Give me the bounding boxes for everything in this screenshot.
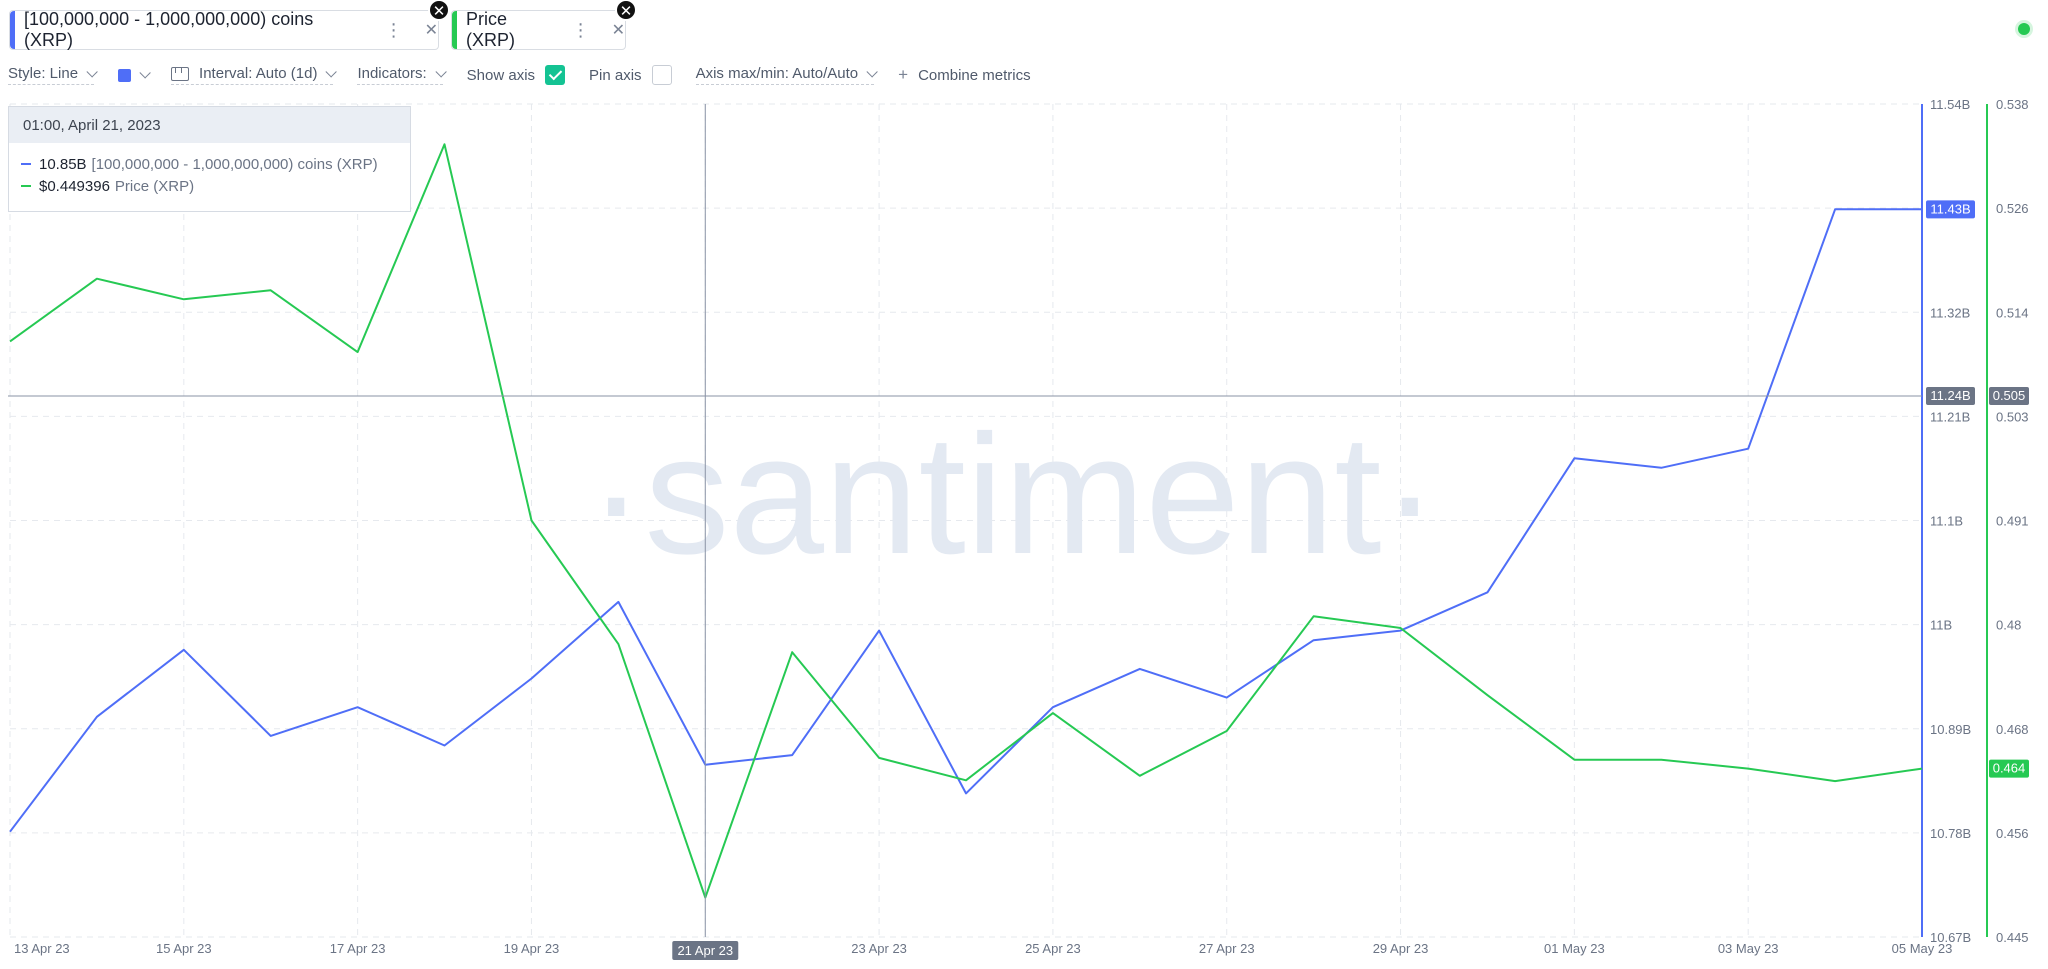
x-tick-label: 27 Apr 23: [1199, 941, 1255, 956]
tooltip-row-price: $0.449396 Price (XRP): [9, 175, 410, 197]
x-tick-label: 25 Apr 23: [1025, 941, 1081, 956]
y-tick-label-supply: 11.32B: [1930, 305, 1970, 320]
y-tick-label-price: 0.538: [1996, 97, 2029, 112]
watermark-text: ·santiment·: [588, 400, 1438, 590]
y-tick-label-price: 0.48: [1996, 618, 2021, 633]
crosshair-y-label-supply: 11.24B: [1930, 388, 1970, 403]
y-tick-label-price: 0.526: [1996, 201, 2029, 216]
y-tick-label-price: 0.445: [1996, 930, 2029, 945]
y-tick-label-supply: 11.1B: [1930, 514, 1963, 529]
y-tick-label-price: 0.456: [1996, 826, 2029, 841]
y-tick-label-price: 0.468: [1996, 722, 2029, 737]
x-tick-label: 15 Apr 23: [156, 941, 212, 956]
tooltip-row-supply: 10.85B [100,000,000 - 1,000,000,000) coi…: [9, 153, 410, 175]
x-tick-label: 01 May 23: [1544, 941, 1605, 956]
tooltip-value: 10.85B: [39, 155, 87, 173]
last-value-label-supply: 11.43B: [1930, 201, 1970, 216]
y-tick-label-supply: 11B: [1930, 618, 1952, 633]
x-tick-label: 19 Apr 23: [504, 941, 560, 956]
chart-tooltip: 01:00, April 21, 2023 10.85B [100,000,00…: [8, 106, 411, 212]
y-tick-label-supply: 10.67B: [1930, 930, 1971, 945]
y-tick-label-supply: 10.89B: [1930, 722, 1971, 737]
tooltip-date: 01:00, April 21, 2023: [9, 107, 410, 143]
y-tick-label-supply: 10.78B: [1930, 826, 1971, 841]
tooltip-swatch: [21, 185, 31, 187]
x-tick-label: 13 Apr 23: [14, 941, 70, 956]
tooltip-value: $0.449396: [39, 177, 110, 195]
x-tick-label: 03 May 23: [1718, 941, 1779, 956]
y-tick-label-supply: 11.54B: [1930, 97, 1970, 112]
tooltip-swatch: [21, 163, 31, 165]
tooltip-label: [100,000,000 - 1,000,000,000) coins (XRP…: [91, 155, 378, 173]
x-tick-label: 23 Apr 23: [851, 941, 907, 956]
y-tick-label-price: 0.503: [1996, 409, 2029, 424]
crosshair-y-label-price: 0.505: [1993, 388, 2026, 403]
x-tick-label: 17 Apr 23: [330, 941, 386, 956]
tooltip-label: Price (XRP): [114, 177, 195, 195]
y-tick-label-supply: 11.21B: [1930, 409, 1970, 424]
y-tick-label-price: 0.491: [1996, 514, 2029, 529]
x-tick-label: 29 Apr 23: [1373, 941, 1429, 956]
last-value-label-price: 0.464: [1993, 761, 2026, 776]
y-tick-label-price: 0.514: [1996, 305, 2029, 320]
crosshair-x-label: 21 Apr 23: [677, 943, 733, 958]
